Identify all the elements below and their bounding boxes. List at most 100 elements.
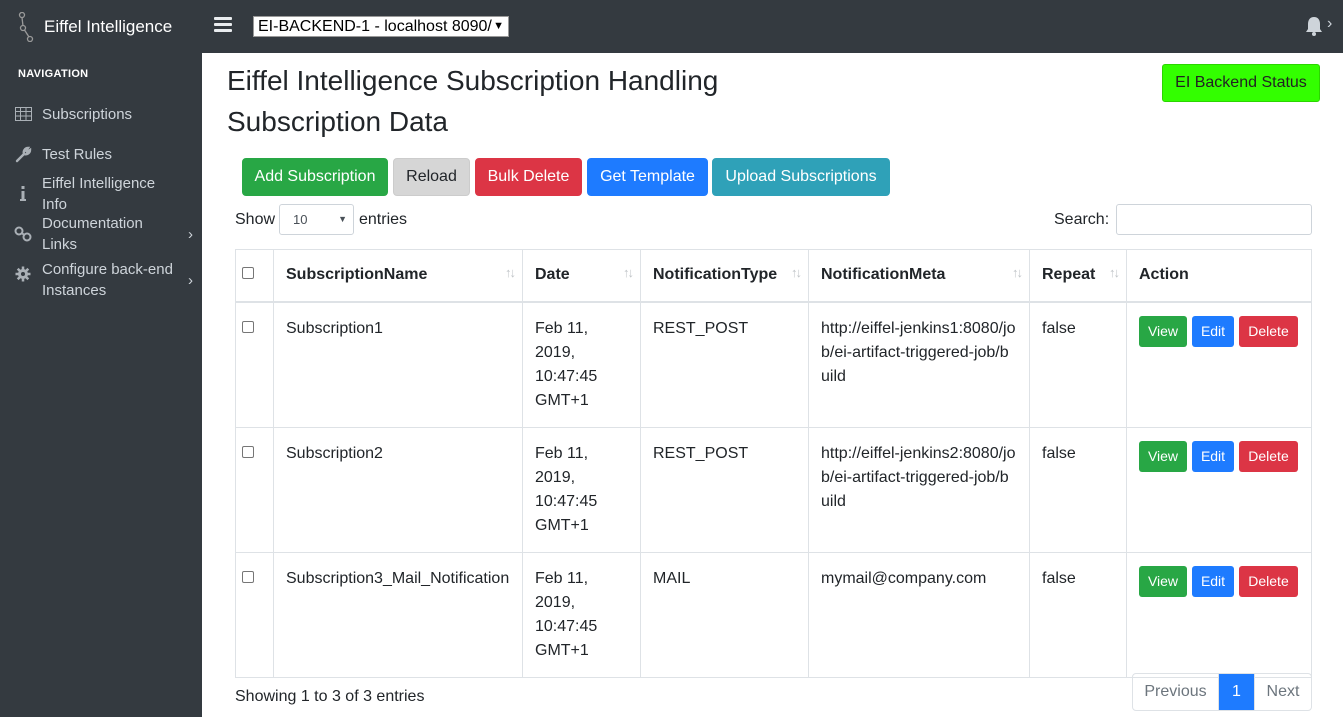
page-subtitle: Subscription Data xyxy=(227,106,449,137)
nav-heading: NAVIGATION xyxy=(18,68,89,80)
sort-icon: ↑↓ xyxy=(1012,265,1023,280)
backend-instance-select[interactable]: EI-BACKEND-1 - localhost 8090/ ▼ xyxy=(253,16,509,37)
date-cell: Feb 11, 2019, 10:47:45 GMT+1 xyxy=(522,301,641,428)
bulk-delete-button[interactable]: Bulk Delete xyxy=(475,158,582,196)
sidebar-item-documentation-links[interactable]: Documentation Links › xyxy=(0,214,202,254)
pagination: Previous 1 Next xyxy=(1132,673,1312,711)
table-row: Subscription3_Mail_Notification Feb 11, … xyxy=(235,551,1312,678)
column-header-action: Action xyxy=(1126,249,1312,303)
get-template-button[interactable]: Get Template xyxy=(587,158,708,196)
action-cell: View Edit Delete xyxy=(1126,551,1312,678)
row-checkbox[interactable] xyxy=(242,445,254,458)
top-navbar: Eiffel Intelligence EI-BACKEND-1 - local… xyxy=(0,0,1343,53)
table-row: Subscription1 Feb 11, 2019, 10:47:45 GMT… xyxy=(235,301,1312,428)
column-header-label: NotificationType xyxy=(653,266,778,284)
repeat-cell: false xyxy=(1029,551,1127,678)
show-label: Show xyxy=(235,211,276,228)
page-1-button[interactable]: 1 xyxy=(1219,674,1254,710)
table-icon xyxy=(13,104,33,124)
wrench-icon xyxy=(13,144,33,164)
column-header-date[interactable]: Date ↑↓ xyxy=(522,249,641,303)
sort-icon: ↑↓ xyxy=(623,265,634,280)
dropdown-caret-icon: ▼ xyxy=(493,20,504,32)
repeat-cell: false xyxy=(1029,301,1127,428)
row-checkbox[interactable] xyxy=(242,320,254,333)
link-icon xyxy=(13,224,33,244)
column-header-repeat[interactable]: Repeat ↑↓ xyxy=(1029,249,1127,303)
column-header-notification-meta[interactable]: NotificationMeta ↑↓ xyxy=(808,249,1030,303)
notification-meta-cell: http://eiffel-jenkins2:8080/job/ei-artif… xyxy=(808,426,1030,553)
entries-per-page-value: 10 xyxy=(293,212,308,227)
sidebar-item-label: Configure back-end Instances xyxy=(42,261,173,299)
notification-type-cell: REST_POST xyxy=(640,426,809,553)
upload-subscriptions-button[interactable]: Upload Subscriptions xyxy=(712,158,890,196)
search-label: Search: xyxy=(1054,211,1110,228)
delete-button[interactable]: Delete xyxy=(1239,315,1298,347)
main-content: Eiffel Intelligence Subscription Handlin… xyxy=(202,53,1343,717)
notification-type-cell: REST_POST xyxy=(640,301,809,428)
menu-toggle-icon[interactable] xyxy=(214,17,232,35)
dropdown-caret-icon: ▼ xyxy=(338,214,347,224)
table-header-row: SubscriptionName ↑↓ Date ↑↓ Notification… xyxy=(235,249,1312,303)
date-cell: Feb 11, 2019, 10:47:45 GMT+1 xyxy=(522,551,641,678)
backend-instance-value: EI-BACKEND-1 - localhost 8090/ xyxy=(258,18,492,35)
notification-meta-cell: http://eiffel-jenkins1:8080/job/ei-artif… xyxy=(808,301,1030,428)
row-select-cell xyxy=(235,551,274,678)
sidebar-item-ei-info[interactable]: Eiffel Intelligence Info xyxy=(0,174,202,214)
row-select-cell xyxy=(235,301,274,428)
brand-label: Eiffel Intelligence xyxy=(44,17,173,36)
column-header-label: Action xyxy=(1139,266,1189,284)
action-cell: View Edit Delete xyxy=(1126,301,1312,428)
entries-per-page-select[interactable]: 10 ▼ xyxy=(279,204,354,235)
sidebar-item-label: Subscriptions xyxy=(42,105,133,123)
add-subscription-button[interactable]: Add Subscription xyxy=(242,158,388,196)
date-cell: Feb 11, 2019, 10:47:45 GMT+1 xyxy=(522,426,641,553)
subscription-name-cell: Subscription2 xyxy=(273,426,523,553)
search-input[interactable] xyxy=(1116,204,1312,235)
subscription-name-cell: Subscription3_Mail_Notification xyxy=(273,551,523,678)
sidebar-item-configure-backend[interactable]: Configure back-end Instances › xyxy=(0,256,202,304)
delete-button[interactable]: Delete xyxy=(1239,565,1298,597)
sidebar: NAVIGATION Subscriptions Test Rules Eiff… xyxy=(0,53,202,717)
edit-button[interactable]: Edit xyxy=(1192,565,1234,597)
brand[interactable]: Eiffel Intelligence xyxy=(18,10,172,44)
view-button[interactable]: View xyxy=(1139,315,1187,347)
column-header-notification-type[interactable]: NotificationType ↑↓ xyxy=(640,249,809,303)
backend-status-button[interactable]: EI Backend Status xyxy=(1162,64,1320,102)
select-all-checkbox[interactable] xyxy=(242,267,254,280)
sidebar-item-subscriptions[interactable]: Subscriptions xyxy=(0,94,202,134)
view-button[interactable]: View xyxy=(1139,565,1187,597)
column-header-label: Repeat xyxy=(1042,266,1096,284)
subscription-name-cell: Subscription1 xyxy=(273,301,523,428)
view-button[interactable]: View xyxy=(1139,440,1187,472)
select-all-header xyxy=(235,249,274,303)
chevron-right-icon[interactable]: › xyxy=(1327,15,1332,33)
sidebar-item-label: Test Rules xyxy=(42,145,113,163)
action-cell: View Edit Delete xyxy=(1126,426,1312,553)
bell-icon[interactable] xyxy=(1305,16,1323,41)
gear-icon xyxy=(13,264,33,284)
sidebar-item-label: Documentation Links xyxy=(42,215,143,253)
column-header-label: SubscriptionName xyxy=(286,266,428,284)
table-info: Showing 1 to 3 of 3 entries xyxy=(235,688,425,705)
row-select-cell xyxy=(235,426,274,553)
notification-meta-cell: mymail@company.com xyxy=(808,551,1030,678)
next-page-button[interactable]: Next xyxy=(1254,674,1311,710)
column-header-label: NotificationMeta xyxy=(821,266,946,284)
sort-icon: ↑↓ xyxy=(1109,265,1120,280)
entries-label: entries xyxy=(359,211,408,228)
edit-button[interactable]: Edit xyxy=(1192,440,1234,472)
edit-button[interactable]: Edit xyxy=(1192,315,1234,347)
chevron-right-icon: › xyxy=(188,225,193,243)
sort-icon: ↑↓ xyxy=(791,265,802,280)
row-checkbox[interactable] xyxy=(242,570,254,583)
reload-button[interactable]: Reload xyxy=(393,158,470,196)
info-icon xyxy=(13,184,33,204)
delete-button[interactable]: Delete xyxy=(1239,440,1298,472)
table-row: Subscription2 Feb 11, 2019, 10:47:45 GMT… xyxy=(235,426,1312,553)
sidebar-item-label: Eiffel Intelligence Info xyxy=(42,175,156,213)
sidebar-item-test-rules[interactable]: Test Rules xyxy=(0,134,202,174)
sort-icon: ↑↓ xyxy=(505,265,516,280)
previous-page-button[interactable]: Previous xyxy=(1133,674,1219,710)
column-header-subscription-name[interactable]: SubscriptionName ↑↓ xyxy=(273,249,523,303)
